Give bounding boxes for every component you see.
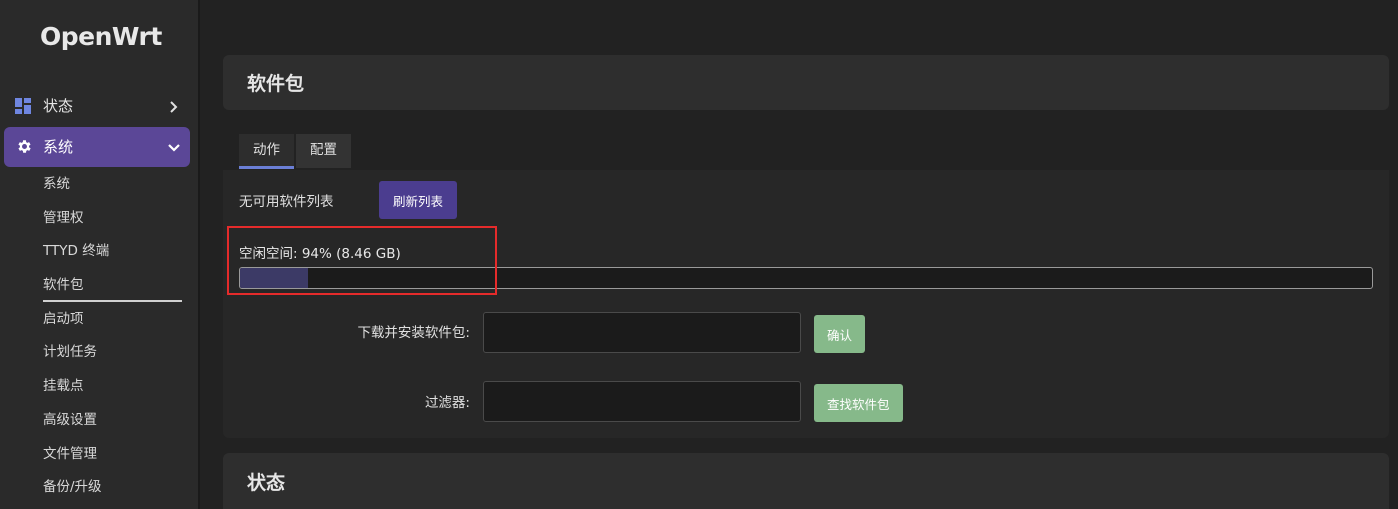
find-package-button[interactable]: 查找软件包	[814, 384, 903, 422]
system-subnav: 系统 管理权 TTYD 终端 软件包 启动项 计划任务 挂载点 高级设置 文件管…	[43, 170, 183, 507]
gear-icon	[16, 138, 33, 155]
status-section-title: 状态	[247, 472, 286, 494]
dashboard-icon	[15, 98, 31, 114]
free-space-label: 空闲空间: 94% (8.46 GB)	[239, 246, 401, 262]
sidebar-item-system-label: 系统	[43, 138, 74, 156]
page-header-card: 软件包	[223, 55, 1389, 110]
sidebar-subitem-ttyd[interactable]: TTYD 终端	[43, 237, 183, 271]
sidebar-subitem-backup[interactable]: 备份/升级	[43, 473, 183, 507]
sidebar-subitem-filemanager[interactable]: 文件管理	[43, 440, 183, 474]
sidebar-item-status-label: 状态	[43, 97, 74, 115]
download-package-input[interactable]	[483, 312, 801, 353]
filter-input[interactable]	[483, 381, 801, 422]
free-space-progress-fill	[240, 268, 308, 288]
chevron-down-icon	[167, 140, 181, 154]
free-space-progress-bar	[239, 267, 1373, 289]
filter-label: 过滤器:	[424, 395, 470, 411]
sidebar: OpenWrt 状态 系统 系统 管理权 TTYD 终端 软件包 启动项 计划任…	[0, 0, 200, 509]
tab-config[interactable]: 配置	[296, 134, 351, 168]
chevron-right-icon	[167, 99, 181, 113]
status-section-card: 状态	[223, 453, 1389, 509]
app-root: OpenWrt 状态 系统 系统 管理权 TTYD 终端 软件包 启动项 计划任…	[0, 0, 1398, 509]
sidebar-subitem-admin[interactable]: 管理权	[43, 204, 183, 238]
tab-actions[interactable]: 动作	[239, 134, 294, 169]
sidebar-item-status[interactable]: 状态	[0, 89, 198, 123]
sidebar-subitem-startup[interactable]: 启动项	[43, 305, 183, 339]
sidebar-subitem-advanced[interactable]: 高级设置	[43, 406, 183, 440]
no-package-list-text: 无可用软件列表	[239, 194, 334, 210]
logo: OpenWrt	[40, 22, 162, 51]
sidebar-subitem-packages[interactable]: 软件包	[43, 271, 183, 305]
sidebar-subitem-system[interactable]: 系统	[43, 170, 183, 204]
page-title: 软件包	[247, 73, 305, 95]
confirm-button[interactable]: 确认	[814, 315, 866, 353]
tab-bar: 动作 配置	[239, 134, 353, 170]
download-install-label: 下载并安装软件包:	[357, 325, 470, 341]
sidebar-item-system[interactable]: 系统	[4, 127, 190, 167]
sidebar-subitem-mounts[interactable]: 挂载点	[43, 372, 183, 406]
refresh-list-button[interactable]: 刷新列表	[379, 181, 457, 219]
sidebar-subitem-crontab[interactable]: 计划任务	[43, 338, 183, 372]
